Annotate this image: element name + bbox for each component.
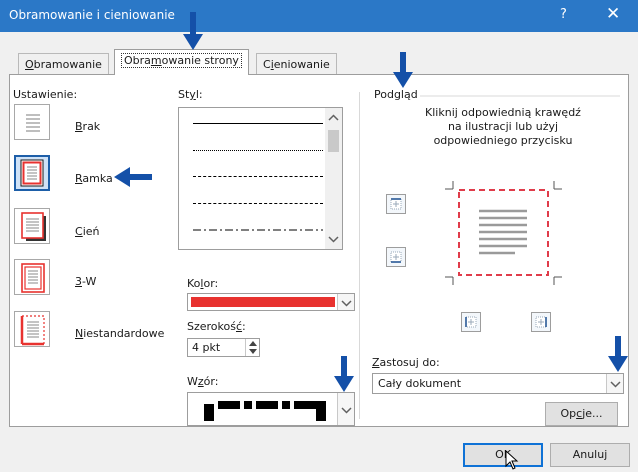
- setting-shadow-label[interactable]: Cień: [75, 225, 99, 238]
- color-swatch: [191, 297, 335, 307]
- apply-to-dropdown-button[interactable]: [606, 374, 623, 393]
- style-option-solid[interactable]: [193, 123, 323, 124]
- apply-to-dropdown[interactable]: Cały dokument: [372, 373, 624, 394]
- right-border-button[interactable]: [531, 312, 551, 332]
- border-left-icon: [465, 316, 477, 328]
- style-option-dash-dot[interactable]: [193, 229, 323, 232]
- width-label: Szerokość:: [187, 320, 246, 333]
- annotation-arrow-down-icon: [334, 356, 354, 392]
- chevron-down-icon: [341, 407, 352, 414]
- setting-3d-icon[interactable]: [14, 259, 50, 295]
- setting-custom-label[interactable]: Niestandardowe: [75, 327, 164, 340]
- art-label: Wzór:: [187, 375, 219, 388]
- mouse-cursor-icon: [505, 450, 519, 470]
- tab-obramowanie[interactable]: Obramowanie: [18, 53, 109, 74]
- border-top-icon: [390, 198, 402, 210]
- style-option-dashed[interactable]: [193, 203, 323, 204]
- style-list[interactable]: [178, 107, 343, 250]
- border-right-icon: [535, 316, 547, 328]
- tab-cieniowanie[interactable]: Cieniowanie: [256, 53, 337, 74]
- border-bottom-icon: [390, 251, 402, 263]
- preview-page[interactable]: [437, 181, 570, 285]
- scroll-up-icon[interactable]: [328, 114, 339, 122]
- ok-button[interactable]: OK: [463, 443, 543, 467]
- help-button[interactable]: ?: [560, 7, 567, 22]
- setting-custom-icon[interactable]: [14, 311, 50, 347]
- color-dropdown[interactable]: [187, 293, 355, 311]
- style-option-dotted[interactable]: [193, 150, 323, 151]
- cancel-button[interactable]: Anuluj: [550, 443, 630, 467]
- window-title: Obramowanie i cieniowanie: [9, 8, 175, 22]
- spin-down-icon[interactable]: [249, 349, 257, 354]
- annotation-arrow-down-icon: [393, 52, 413, 88]
- column-separator: [359, 92, 360, 419]
- art-dropdown[interactable]: [187, 392, 355, 426]
- preview-label: Podgląd: [374, 88, 418, 101]
- apply-to-value: Cały dokument: [378, 377, 462, 390]
- annotation-arrow-down-icon: [608, 336, 628, 372]
- setting-none-label[interactable]: Brak: [75, 120, 100, 133]
- style-label: Styl:: [178, 88, 203, 101]
- close-button[interactable]: ✕: [606, 4, 620, 24]
- art-pattern-preview: [204, 401, 326, 421]
- setting-box-icon[interactable]: [14, 155, 50, 191]
- preview-instruction: Kliknij odpowiednią krawędź na ilustracj…: [425, 106, 581, 147]
- settings-label: Ustawienie:: [13, 88, 78, 101]
- top-border-button[interactable]: [386, 194, 406, 214]
- setting-shadow-icon[interactable]: [14, 208, 50, 244]
- setting-box-label[interactable]: Ramka: [75, 172, 113, 185]
- width-spinner-buttons[interactable]: [245, 339, 259, 356]
- left-border-button[interactable]: [461, 312, 481, 332]
- color-label: Kolor:: [187, 277, 219, 290]
- width-value[interactable]: 4 pkt: [192, 341, 220, 354]
- setting-3d-label[interactable]: 3-W: [75, 275, 96, 288]
- width-spinner[interactable]: 4 pkt: [187, 338, 260, 357]
- annotation-arrow-down-icon: [183, 12, 203, 50]
- setting-none-icon[interactable]: [14, 104, 50, 140]
- bottom-border-button[interactable]: [386, 247, 406, 267]
- spin-up-icon[interactable]: [249, 341, 257, 346]
- color-dropdown-button[interactable]: [337, 294, 354, 310]
- chevron-down-icon: [610, 381, 621, 388]
- style-option-dashed-small[interactable]: [193, 176, 323, 177]
- tab-obramowanie-strony[interactable]: Obramowanie strony: [114, 49, 249, 75]
- style-scrollbar[interactable]: [325, 108, 342, 249]
- options-button[interactable]: Opcje...: [545, 402, 618, 426]
- scroll-down-icon[interactable]: [328, 235, 339, 243]
- title-bar: Obramowanie i cieniowanie ? ✕: [0, 0, 638, 32]
- apply-label: Zastosuj do:: [372, 356, 440, 369]
- chevron-down-icon: [341, 300, 352, 307]
- art-dropdown-button[interactable]: [337, 393, 354, 425]
- annotation-arrow-left-icon: [114, 167, 152, 187]
- preview-label-rule: [420, 95, 620, 97]
- scroll-thumb[interactable]: [328, 130, 339, 152]
